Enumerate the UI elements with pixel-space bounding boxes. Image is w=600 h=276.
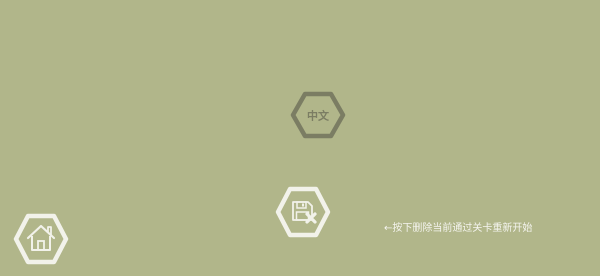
hexagon-outline-icon: 中文 bbox=[290, 91, 346, 139]
language-label: 中文 bbox=[307, 109, 330, 123]
floppy-disk-x-icon bbox=[275, 186, 331, 238]
house-icon bbox=[13, 213, 69, 265]
home-button[interactable] bbox=[13, 213, 69, 265]
delete-save-button[interactable] bbox=[275, 186, 331, 238]
game-screen: 中文 ←按下删除当前通过关卡重新开始 bbox=[0, 0, 600, 276]
language-toggle-button[interactable]: 中文 bbox=[290, 90, 346, 140]
delete-save-hint: ←按下删除当前通过关卡重新开始 bbox=[384, 223, 533, 234]
